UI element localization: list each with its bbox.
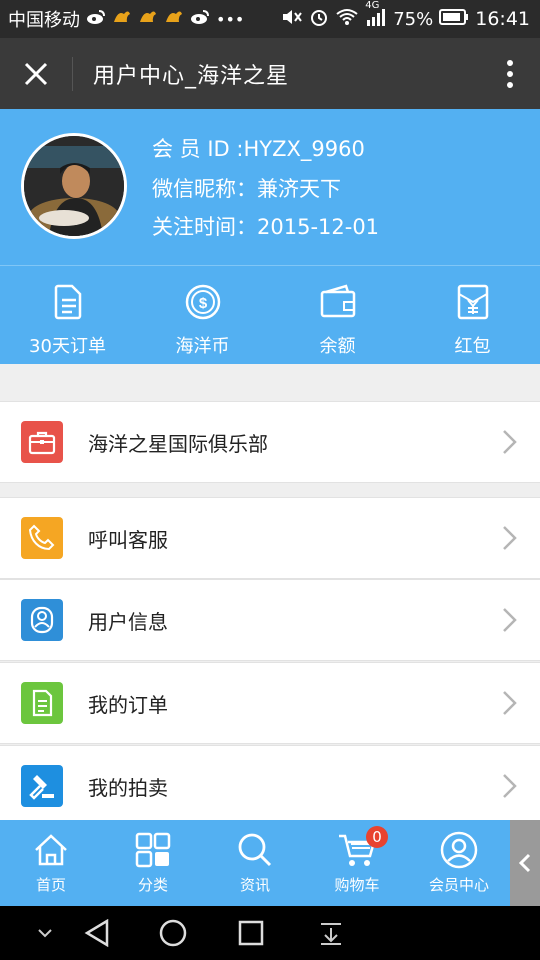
clock-time: 16:41 [475, 8, 530, 30]
tab-label: 首页 [35, 876, 66, 894]
chevron-down-icon [38, 929, 52, 938]
stat-label: 余额 [319, 336, 356, 357]
yen-envelope-icon [457, 284, 488, 320]
back-triangle-icon [84, 919, 109, 947]
chevron-right-icon [503, 691, 517, 715]
more-options-button[interactable] [480, 38, 540, 109]
briefcase-icon [21, 421, 63, 463]
bird-icon [164, 8, 184, 31]
grid-icon [135, 832, 171, 868]
phone-icon [21, 517, 63, 559]
more-dots-icon: ••• [216, 9, 245, 29]
cart-badge: 0 [366, 826, 388, 848]
tab-label: 购物车 [334, 876, 380, 894]
home-circle-icon [159, 919, 187, 947]
chevron-right-icon [503, 774, 517, 798]
gavel-icon [21, 765, 63, 807]
menu-item-label: 我的拍卖 [88, 775, 168, 800]
document-icon [21, 682, 63, 724]
weibo-icon [190, 9, 210, 30]
recents-square-icon [238, 920, 264, 946]
wallet-icon [320, 284, 355, 318]
menu-item-user-info[interactable]: 用户信息 [0, 579, 540, 661]
stat-label: 红包 [454, 336, 491, 357]
bottom-tab-bar: 首页 分类 资讯 0 购物车 会员中心 [0, 820, 510, 906]
home-icon [35, 834, 67, 866]
stat-ocean-coin[interactable]: $ 海洋币 [135, 266, 270, 364]
menu-item-label: 海洋之星国际俱乐部 [88, 431, 268, 456]
tab-cart[interactable]: 0 购物车 [306, 820, 408, 906]
coin-icon: $ [185, 284, 220, 320]
menu-item-label: 呼叫客服 [88, 527, 168, 552]
title-bar: 用户中心_海洋之星 [0, 38, 540, 109]
svg-text:$: $ [198, 295, 207, 312]
system-nav-bar [0, 906, 540, 960]
stat-label: 30天订单 [29, 336, 106, 357]
tab-category[interactable]: 分类 [102, 820, 204, 906]
home-button[interactable] [156, 906, 190, 960]
recents-button[interactable] [234, 906, 268, 960]
chevron-right-icon [503, 608, 517, 632]
collapse-side-button[interactable] [510, 820, 540, 906]
tab-member-center[interactable]: 会员中心 [408, 820, 510, 906]
stats-bar: 30天订单 $ 海洋币 余额 红包 [0, 265, 540, 364]
battery-percent: 75% [393, 8, 434, 30]
menu-item-call-service[interactable]: 呼叫客服 [0, 497, 540, 579]
close-icon [24, 62, 48, 85]
stat-red-packet[interactable]: 红包 [405, 266, 540, 364]
bird-icon [112, 8, 132, 31]
chevron-left-icon [518, 853, 531, 873]
profile-header: 会 员 ID :HYZX_9960 微信昵称：兼济天下 关注时间：2015-12… [0, 109, 540, 265]
mute-icon [281, 7, 303, 32]
pulldown-icon [321, 923, 341, 945]
alarm-icon [309, 7, 329, 32]
member-id: 会 员 ID :HYZX_9960 [152, 137, 365, 161]
more-vertical-icon [507, 59, 513, 88]
signal-icon: 4G [365, 0, 387, 31]
page-title: 用户中心_海洋之星 [93, 63, 290, 89]
notification-pulldown-button[interactable] [314, 906, 348, 960]
wechat-nickname: 微信昵称：兼济天下 [152, 177, 341, 201]
user-icon [21, 599, 63, 641]
document-icon [54, 284, 81, 320]
stat-orders-30days[interactable]: 30天订单 [0, 266, 135, 364]
tab-label: 分类 [137, 876, 168, 894]
stat-label: 海洋币 [175, 336, 230, 357]
tab-news[interactable]: 资讯 [204, 820, 306, 906]
user-circle-icon [440, 831, 478, 869]
tab-home[interactable]: 首页 [0, 820, 102, 906]
chevron-right-icon [503, 526, 517, 550]
back-button[interactable] [80, 906, 114, 960]
bird-icon [138, 8, 158, 31]
hide-nav-button[interactable] [30, 906, 60, 960]
wifi-icon [335, 8, 359, 31]
weibo-icon [86, 9, 106, 30]
tab-label: 会员中心 [428, 876, 489, 894]
close-button[interactable] [0, 38, 72, 109]
stat-balance[interactable]: 余额 [270, 266, 405, 364]
follow-time: 关注时间：2015-12-01 [152, 215, 380, 239]
search-icon [238, 833, 272, 867]
menu-item-label: 用户信息 [88, 609, 168, 634]
menu-item-my-auctions[interactable]: 我的拍卖 [0, 745, 540, 827]
status-bar: 中国移动 ••• 4G 75% 16:41 [0, 0, 540, 38]
battery-icon [439, 8, 469, 31]
chevron-right-icon [503, 430, 517, 454]
tab-label: 资讯 [239, 876, 270, 894]
menu-item-club[interactable]: 海洋之星国际俱乐部 [0, 401, 540, 483]
menu-item-label: 我的订单 [88, 692, 168, 717]
avatar[interactable] [21, 133, 127, 239]
carrier-label: 中国移动 [8, 10, 80, 31]
menu-item-my-orders[interactable]: 我的订单 [0, 662, 540, 744]
network-type: 4G [365, 0, 380, 11]
